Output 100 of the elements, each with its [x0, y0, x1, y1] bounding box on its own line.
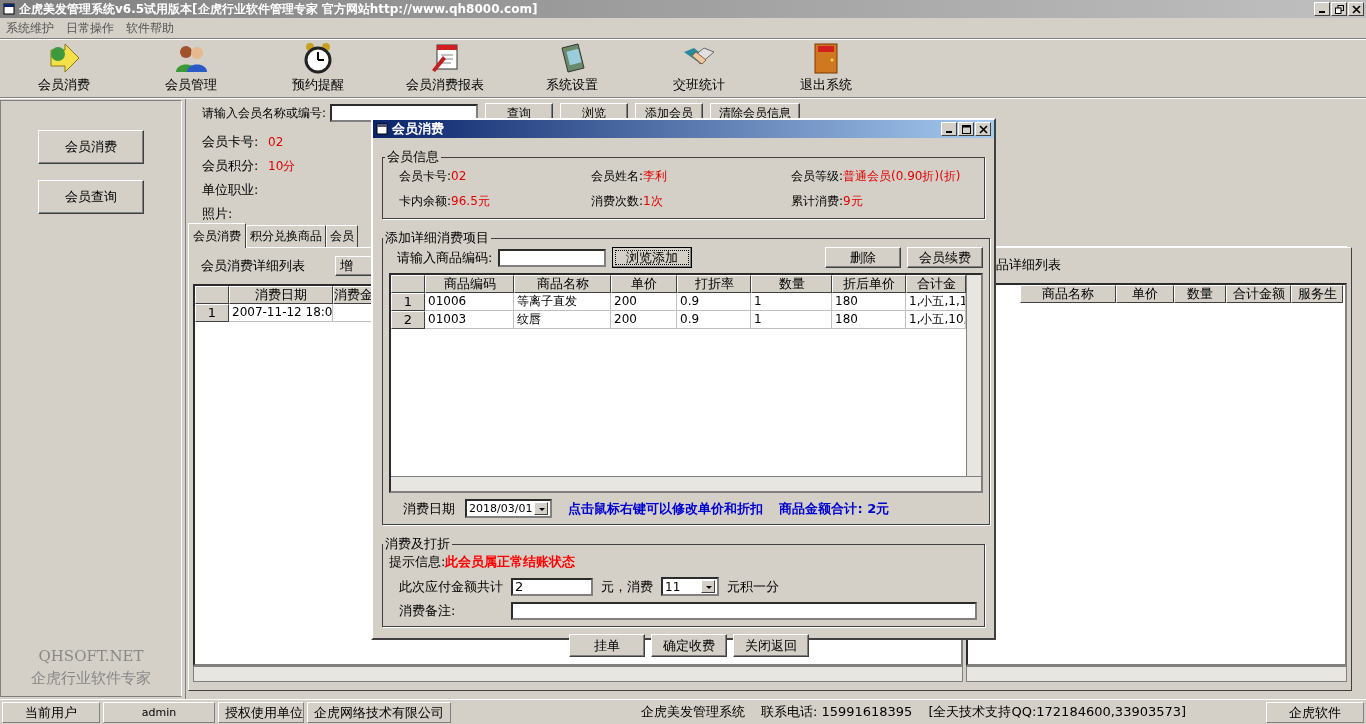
field-label: 累计消费:	[791, 194, 844, 208]
hint-text: 点击鼠标右键可以修改单价和折扣	[568, 499, 764, 518]
status-panel: 企虎网络技术有限公司	[307, 701, 451, 723]
field-label: 单位职业:	[202, 181, 260, 199]
group-title: 添加详细消费项目	[384, 229, 490, 247]
minimize-button[interactable]	[941, 122, 957, 136]
dialog-button[interactable]: 会员续费	[907, 247, 983, 268]
horizontal-scrollbar[interactable]	[193, 666, 963, 682]
brand-text: 企虎行业软件专家	[31, 669, 151, 688]
field-label: 会员卡号:	[202, 133, 260, 151]
dialog-title: 会员消费	[392, 120, 444, 138]
menu-item[interactable]: 日常操作	[66, 19, 114, 37]
field-label: 请输入商品编码:	[397, 248, 493, 267]
toolbar-button[interactable]: 系统设置	[508, 42, 635, 94]
search-label: 请输入会员名称或编号:	[202, 104, 327, 122]
sidebar-button[interactable]: 会员消费	[38, 130, 144, 164]
vertical-scrollbar[interactable]	[966, 275, 981, 476]
dialog-button[interactable]: 确定收费	[650, 634, 727, 657]
window-title: 企虎美发管理系统v6.5试用版本[企虎行业软件管理专家 官方网站http://www.qh8000.com]	[19, 0, 538, 18]
field-value: 02	[451, 169, 467, 183]
column-header: 消费日期	[229, 286, 333, 304]
field-value: 普通会员(0.90折)(折)	[843, 169, 961, 183]
total-text: 商品金额合计: 2元	[779, 499, 890, 518]
field-value: 1次	[643, 194, 663, 208]
field-label: 会员等级:	[791, 169, 844, 183]
sidebar-button[interactable]: 会员查询	[38, 180, 144, 214]
horizontal-scrollbar[interactable]	[966, 666, 1347, 682]
status-panel: 当前用户	[2, 701, 100, 723]
maximize-button[interactable]	[958, 122, 974, 136]
field-label: 消费次数:	[591, 194, 644, 208]
field-label: 会员姓名:	[591, 169, 644, 183]
status-text: [全天技术支持QQ:172184600,33903573]	[928, 703, 1187, 721]
restore-button[interactable]	[1331, 2, 1347, 16]
remark-field[interactable]	[511, 602, 977, 620]
toolbar-button[interactable]: 预约提醒	[254, 42, 381, 94]
field-value: 02	[268, 135, 285, 149]
dialog-button[interactable]: 浏览添加	[612, 247, 693, 268]
group-title: 消费及打折	[384, 535, 451, 553]
field-label: 会员积分:	[202, 157, 260, 175]
field-value: 10分	[268, 157, 297, 175]
dropdown-icon	[701, 580, 715, 593]
tab[interactable]: 会员消费	[188, 223, 246, 248]
toolbar-button[interactable]: 退出系统	[762, 42, 889, 94]
status-text: 联系电话: 15991618395	[760, 703, 913, 721]
dialog-button[interactable]: 删除	[825, 247, 901, 268]
column-header: 打折率	[677, 275, 751, 293]
restore-icon	[1334, 4, 1344, 14]
field-value: 9元	[843, 194, 863, 208]
column-header: 合计金	[906, 275, 966, 293]
field-label: 消费日期	[403, 499, 455, 518]
row-number: 2	[391, 311, 425, 329]
column-header: 服务生	[1291, 285, 1343, 303]
toolbar-button[interactable]: 会员消费报表	[381, 42, 508, 94]
table-cell: 0.9	[677, 311, 751, 329]
list-caption: 品详细列表	[995, 256, 1061, 274]
row-number: 1	[195, 304, 229, 322]
dropdown-icon	[534, 502, 549, 515]
status-panel: 授权使用单位	[218, 701, 304, 723]
table-cell: 200	[611, 293, 677, 311]
date-picker[interactable]: 2018/03/01	[465, 499, 553, 518]
status-text: 企虎美发管理系统	[640, 703, 745, 721]
column-header: 单价	[1116, 285, 1174, 303]
toolbar-button[interactable]: 交班统计	[635, 42, 762, 94]
tab[interactable]: 会员	[326, 225, 358, 247]
maximize-icon	[961, 124, 971, 134]
horizontal-scrollbar[interactable]	[391, 476, 981, 491]
menu-item[interactable]: 软件帮助	[126, 19, 174, 37]
field-value: 96.5元	[451, 194, 490, 208]
amount-field[interactable]: 2	[511, 577, 593, 596]
toolbar-button[interactable]: 会员消费	[0, 42, 127, 94]
field-label: 照片:	[202, 205, 234, 223]
dialog-button[interactable]: 关闭返回	[732, 634, 809, 657]
toolbar-button[interactable]: 会员管理	[127, 42, 254, 94]
column-header: 单价	[611, 275, 677, 293]
window-icon	[3, 3, 15, 15]
table-cell: 0.9	[677, 293, 751, 311]
close-icon	[1351, 4, 1361, 14]
field-label: 提示信息:	[389, 553, 446, 571]
tab[interactable]: 积分兑换商品	[246, 225, 326, 247]
status-panel: 企虎软件	[1266, 701, 1364, 723]
dialog-button[interactable]: 挂单	[568, 634, 645, 657]
column-header: 商品编码	[425, 275, 514, 293]
field-label: 此次应付金额共计	[399, 577, 503, 596]
close-button[interactable]	[975, 122, 991, 136]
group-title: 会员信息	[386, 148, 440, 166]
minimize-button[interactable]	[1314, 2, 1330, 16]
table-cell: 等离子直发	[514, 293, 611, 311]
table-cell: 1	[751, 293, 832, 311]
table-cell: 180	[832, 293, 906, 311]
table-cell: 180	[832, 311, 906, 329]
close-button[interactable]	[1348, 2, 1364, 16]
table-cell: 01006	[425, 293, 514, 311]
table-cell: 1	[751, 311, 832, 329]
table-cell: 纹唇	[514, 311, 611, 329]
field-label: 卡内余额:	[399, 194, 452, 208]
brand-text: QHSOFT.NET	[38, 647, 144, 665]
column-header: 折后单价	[832, 275, 906, 293]
menu-item[interactable]: 系统维护	[6, 19, 54, 37]
product-code-field[interactable]	[498, 248, 607, 267]
points-rate-dropdown[interactable]: 11	[661, 577, 719, 596]
